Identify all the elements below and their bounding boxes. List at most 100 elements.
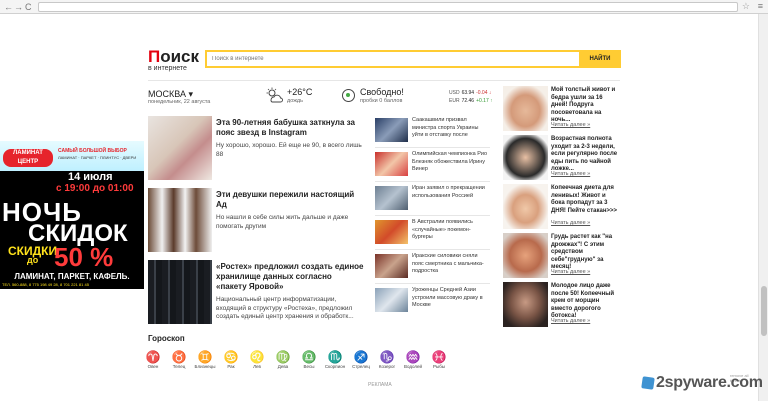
teaser-ad[interactable]: Мой толстый живот и бедра ушли за 16 дне… xyxy=(503,86,618,134)
sign-aries[interactable]: ♈ Овен xyxy=(140,350,166,370)
teaser-image[interactable] xyxy=(503,135,548,180)
news-item[interactable]: Эта 90-летняя бабушка заткнула за пояс з… xyxy=(148,116,364,182)
side-news-thumb[interactable] xyxy=(375,220,408,244)
side-news-text[interactable]: Олимпийская чемпионка Рио Блезняк обожес… xyxy=(412,151,490,174)
sign-sagittarius[interactable]: ♐ Стрелец xyxy=(348,350,374,370)
aquarius-icon: ♒ xyxy=(405,350,421,364)
virgo-icon: ♍ xyxy=(275,350,291,364)
search-input[interactable] xyxy=(207,52,577,66)
page-scrollbar[interactable] xyxy=(758,14,768,401)
gemini-icon: ♊ xyxy=(197,350,213,364)
side-news-item[interactable]: Саакашвили призвал министра спорта Украи… xyxy=(375,116,490,148)
teaser-ad[interactable]: Грудь растет как "на дрожжах"! С этим ср… xyxy=(503,233,618,281)
side-news-thumb[interactable] xyxy=(375,118,408,142)
search-box: НАЙТИ xyxy=(205,50,621,68)
city-block[interactable]: МОСКВА ▾ понедельник, 22 августа xyxy=(148,89,210,106)
sign-virgo[interactable]: ♍ Дева xyxy=(270,350,296,370)
sign-gemini[interactable]: ♊ Близнецы xyxy=(192,350,218,370)
ad-brand-logo: ЛАМИНАТ ЦЕНТР xyxy=(3,149,53,167)
teaser-image[interactable] xyxy=(503,233,548,278)
teaser-image[interactable] xyxy=(503,184,548,229)
watermark-logo-icon xyxy=(641,376,655,390)
pisces-icon: ♓ xyxy=(431,350,447,364)
news-title[interactable]: «Ростех» предложил создать единое хранил… xyxy=(216,262,364,292)
side-news-item[interactable]: Иракские силовики сняли пояс смертника с… xyxy=(375,252,490,284)
rate-usd: USD 63.94 -0.04 ↓ xyxy=(449,90,492,96)
teaser-image[interactable] xyxy=(503,86,548,131)
sign-scorpio[interactable]: ♏ Скорпион xyxy=(322,350,348,370)
read-more-link[interactable]: Читать далее » xyxy=(551,318,619,324)
ad-phones: ТЕЛ. 560-888, 8 775 198 49 28, 8 701 221… xyxy=(2,282,89,287)
side-news-thumb[interactable] xyxy=(375,254,408,278)
header-divider xyxy=(148,80,620,81)
ad-subtitle: ЛАМИНАТ · ПАРКЕТ · ПЛИНТУС · ДВЕРИ xyxy=(58,155,137,160)
side-news-text[interactable]: Иракские силовики сняли пояс смертника с… xyxy=(412,253,490,276)
teaser-ad[interactable]: Копеечная диета для ленивых! Живот и бок… xyxy=(503,184,618,232)
sun-cloud-icon xyxy=(265,87,283,107)
current-date: понедельник, 22 августа xyxy=(148,99,211,105)
logo-subtitle: в интернете xyxy=(148,65,187,72)
sign-cancer[interactable]: ♋ Рак xyxy=(218,350,244,370)
side-news-thumb[interactable] xyxy=(375,186,408,210)
sign-capricorn[interactable]: ♑ Козерог xyxy=(374,350,400,370)
teaser-text[interactable]: Копеечная диета для ленивых! Живот и бок… xyxy=(551,185,619,215)
side-news-text[interactable]: В Австралии появились «случайные» покемо… xyxy=(412,219,490,242)
teaser-text[interactable]: Грудь растет как "на дрожжах"! С этим ср… xyxy=(551,234,619,272)
side-news-item[interactable]: Иран заявил о прекращении использования … xyxy=(375,184,490,216)
read-more-link[interactable]: Читать далее » xyxy=(551,122,619,128)
read-more-link[interactable]: Читать далее » xyxy=(551,220,619,226)
teaser-text[interactable]: Возрастная полнота уходит за 2-3 недели,… xyxy=(551,136,619,174)
side-news-item[interactable]: В Австралии появились «случайные» покемо… xyxy=(375,218,490,250)
search-button[interactable]: НАЙТИ xyxy=(579,50,621,68)
ad-goods: ЛАМИНАТ, ПАРКЕТ, КАФЕЛЬ. xyxy=(14,272,130,281)
scrollbar-thumb[interactable] xyxy=(761,286,767,336)
logo-text: оиск xyxy=(160,47,200,66)
news-image[interactable] xyxy=(148,116,212,180)
browser-menu-icon[interactable]: ≡ xyxy=(758,1,763,11)
logo-first-letter: П xyxy=(148,47,161,66)
sign-aquarius[interactable]: ♒ Водолей xyxy=(400,350,426,370)
browser-toolbar: ← → C ☆ ≡ xyxy=(0,0,768,14)
bookmark-star-icon[interactable]: ☆ xyxy=(742,1,750,12)
weather-desc: дождь xyxy=(287,98,303,104)
side-news-item[interactable]: Олимпийская чемпионка Рио Блезняк обожес… xyxy=(375,150,490,182)
news-title[interactable]: Эти девушки пережили настоящий Ад xyxy=(216,190,364,210)
teaser-text[interactable]: Молодое лицо даже после 50! Копеечный кр… xyxy=(551,283,619,321)
news-item[interactable]: Эти девушки пережили настоящий Ад Но наш… xyxy=(148,188,364,254)
side-news-text[interactable]: Саакашвили призвал министра спорта Украи… xyxy=(412,117,490,140)
read-more-link[interactable]: Читать далее » xyxy=(551,269,619,275)
teaser-text[interactable]: Мой толстый живот и бедра ушли за 16 дне… xyxy=(551,87,619,125)
address-bar[interactable] xyxy=(38,2,738,12)
news-item[interactable]: «Ростех» предложил создать единое хранил… xyxy=(148,260,364,340)
side-news-item[interactable]: Уроженцы Средней Азии устроили массовую … xyxy=(375,286,490,318)
teaser-ad[interactable]: Молодое лицо даже после 50! Копеечный кр… xyxy=(503,282,618,330)
read-more-link[interactable]: Читать далее » xyxy=(551,171,619,177)
news-title[interactable]: Эта 90-летняя бабушка заткнула за пояс з… xyxy=(216,118,364,138)
sign-libra[interactable]: ♎ Весы xyxy=(296,350,322,370)
news-image[interactable] xyxy=(148,260,212,324)
ad-percent: 50 % xyxy=(54,242,114,272)
sign-pisces[interactable]: ♓ Рыбы xyxy=(426,350,452,370)
currency-rates[interactable]: USD 63.94 -0.04 ↓ EUR 72.46 +0.17 ↑ xyxy=(449,89,493,105)
sign-leo[interactable]: ♌ Лев xyxy=(244,350,270,370)
news-image[interactable] xyxy=(148,188,212,252)
libra-icon: ♎ xyxy=(301,350,317,364)
site-logo[interactable]: Поиск в интернете xyxy=(148,48,199,73)
city-name: МОСКВА xyxy=(148,89,186,99)
teaser-ad[interactable]: Возрастная полнота уходит за 2-3 недели,… xyxy=(503,135,618,183)
side-news-thumb[interactable] xyxy=(375,288,408,312)
left-banner-ad[interactable]: ЛАМИНАТ ЦЕНТР САМЫЙ БОЛЬШОЙ ВЫБОР ЛАМИНА… xyxy=(0,141,144,289)
cancer-icon: ♋ xyxy=(223,350,239,364)
forward-icon[interactable]: → xyxy=(14,2,23,12)
watermark: remove all threats 2spyware.com xyxy=(641,373,763,395)
back-icon[interactable]: ← xyxy=(4,2,13,12)
ad-time: с 19:00 до 01:00 xyxy=(56,183,134,194)
side-news-text[interactable]: Уроженцы Средней Азии устроили массовую … xyxy=(412,287,490,310)
side-news-text[interactable]: Иран заявил о прекращении использования … xyxy=(412,185,490,200)
side-news-thumb[interactable] xyxy=(375,152,408,176)
horoscope-title[interactable]: Гороскоп xyxy=(148,334,185,343)
sign-taurus[interactable]: ♉ Телец xyxy=(166,350,192,370)
ad-date: 14 июля xyxy=(68,171,113,183)
teaser-image[interactable] xyxy=(503,282,548,327)
reload-icon[interactable]: C xyxy=(25,2,32,12)
